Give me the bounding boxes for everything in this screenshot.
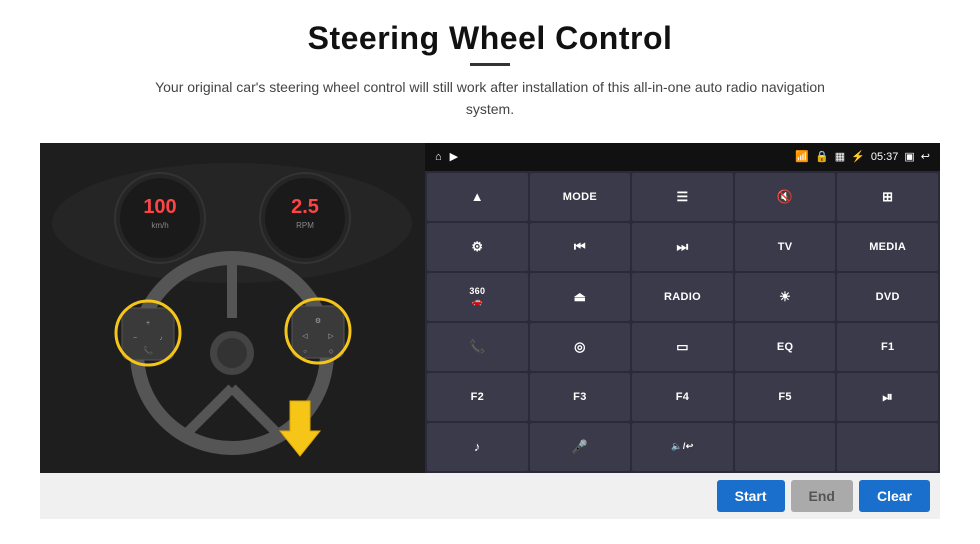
- content-area: 100 km/h 2.5 RPM: [40, 143, 940, 473]
- prev-btn[interactable]: ⏮: [530, 223, 631, 271]
- bluetooth-icon: ⚡: [851, 150, 865, 163]
- title-divider: [470, 63, 510, 66]
- empty-btn-1[interactable]: [735, 423, 836, 471]
- nav-icon: ▶: [450, 150, 458, 163]
- settings-btn[interactable]: ⚙: [427, 223, 528, 271]
- svg-text:⚙: ⚙: [315, 317, 321, 325]
- window-icon: ▣: [904, 150, 914, 163]
- svg-text:−: −: [133, 335, 137, 342]
- nav-btn[interactable]: ▲: [427, 173, 528, 221]
- dvd-btn[interactable]: DVD: [837, 273, 938, 321]
- f2-btn[interactable]: F2: [427, 373, 528, 421]
- f5-btn[interactable]: F5: [735, 373, 836, 421]
- mic-btn[interactable]: 🎤: [530, 423, 631, 471]
- svg-text:📞: 📞: [143, 345, 153, 355]
- f4-btn[interactable]: F4: [632, 373, 733, 421]
- home-icon: ⌂: [435, 151, 442, 163]
- screen-btn[interactable]: ▭: [632, 323, 733, 371]
- mute-btn[interactable]: 🔇: [735, 173, 836, 221]
- control-panel: ⌂ ▶ 📶 🔒 ▦ ⚡ 05:37 ▣ ↩ ▲ MODE ☰: [425, 143, 940, 473]
- button-grid: ▲ MODE ☰ 🔇 ⊞ ⚙ ⏮ ⏭ TV MEDIA 360🚗 ⏏ RADIO…: [425, 171, 940, 473]
- start-button[interactable]: Start: [717, 480, 785, 512]
- status-bar-right: 📶 🔒 ▦ ⚡ 05:37 ▣ ↩: [795, 150, 930, 163]
- brightness-btn[interactable]: ☀: [735, 273, 836, 321]
- radio-btn[interactable]: RADIO: [632, 273, 733, 321]
- back-icon: ↩: [921, 150, 930, 163]
- eq-btn[interactable]: EQ: [735, 323, 836, 371]
- title-section: Steering Wheel Control Your original car…: [150, 20, 830, 135]
- svg-text:▷: ▷: [328, 333, 334, 340]
- svg-text:○: ○: [303, 349, 307, 355]
- bottom-action-bar: Start End Clear: [40, 473, 940, 519]
- nav2-btn[interactable]: ◎: [530, 323, 631, 371]
- clear-button[interactable]: Clear: [859, 480, 930, 512]
- mode-btn[interactable]: MODE: [530, 173, 631, 221]
- svg-text:km/h: km/h: [151, 221, 168, 230]
- f3-btn[interactable]: F3: [530, 373, 631, 421]
- svg-text:2.5: 2.5: [291, 196, 319, 218]
- sim-icon: ▦: [835, 150, 845, 163]
- page-wrapper: Steering Wheel Control Your original car…: [0, 0, 980, 544]
- media-btn[interactable]: MEDIA: [837, 223, 938, 271]
- tv-btn[interactable]: TV: [735, 223, 836, 271]
- end-button[interactable]: End: [791, 480, 853, 512]
- list-btn[interactable]: ☰: [632, 173, 733, 221]
- apps-btn[interactable]: ⊞: [837, 173, 938, 221]
- page-title: Steering Wheel Control: [150, 20, 830, 57]
- svg-text:◇: ◇: [329, 349, 334, 355]
- steering-wheel-image: 100 km/h 2.5 RPM: [40, 143, 425, 473]
- page-subtitle: Your original car's steering wheel contr…: [150, 76, 830, 121]
- svg-text:+: +: [146, 320, 150, 327]
- svg-text:◁: ◁: [302, 333, 308, 340]
- svg-text:RPM: RPM: [296, 221, 314, 230]
- 360-btn[interactable]: 360🚗: [427, 273, 528, 321]
- lock-icon: 🔒: [815, 150, 829, 163]
- svg-text:♪: ♪: [160, 336, 163, 342]
- music-btn[interactable]: ♪: [427, 423, 528, 471]
- f1-btn[interactable]: F1: [837, 323, 938, 371]
- wifi-icon: 📶: [795, 150, 809, 163]
- next-btn[interactable]: ⏭: [632, 223, 733, 271]
- svg-text:100: 100: [143, 196, 176, 218]
- phone-btn[interactable]: 📞: [427, 323, 528, 371]
- playpause-btn[interactable]: ⏯: [837, 373, 938, 421]
- eject-btn[interactable]: ⏏: [530, 273, 631, 321]
- status-bar: ⌂ ▶ 📶 🔒 ▦ ⚡ 05:37 ▣ ↩: [425, 143, 940, 171]
- empty-btn-2[interactable]: [837, 423, 938, 471]
- vol-call-btn[interactable]: 🔈/↩: [632, 423, 733, 471]
- status-bar-left: ⌂ ▶: [435, 150, 458, 163]
- clock-display: 05:37: [871, 151, 899, 163]
